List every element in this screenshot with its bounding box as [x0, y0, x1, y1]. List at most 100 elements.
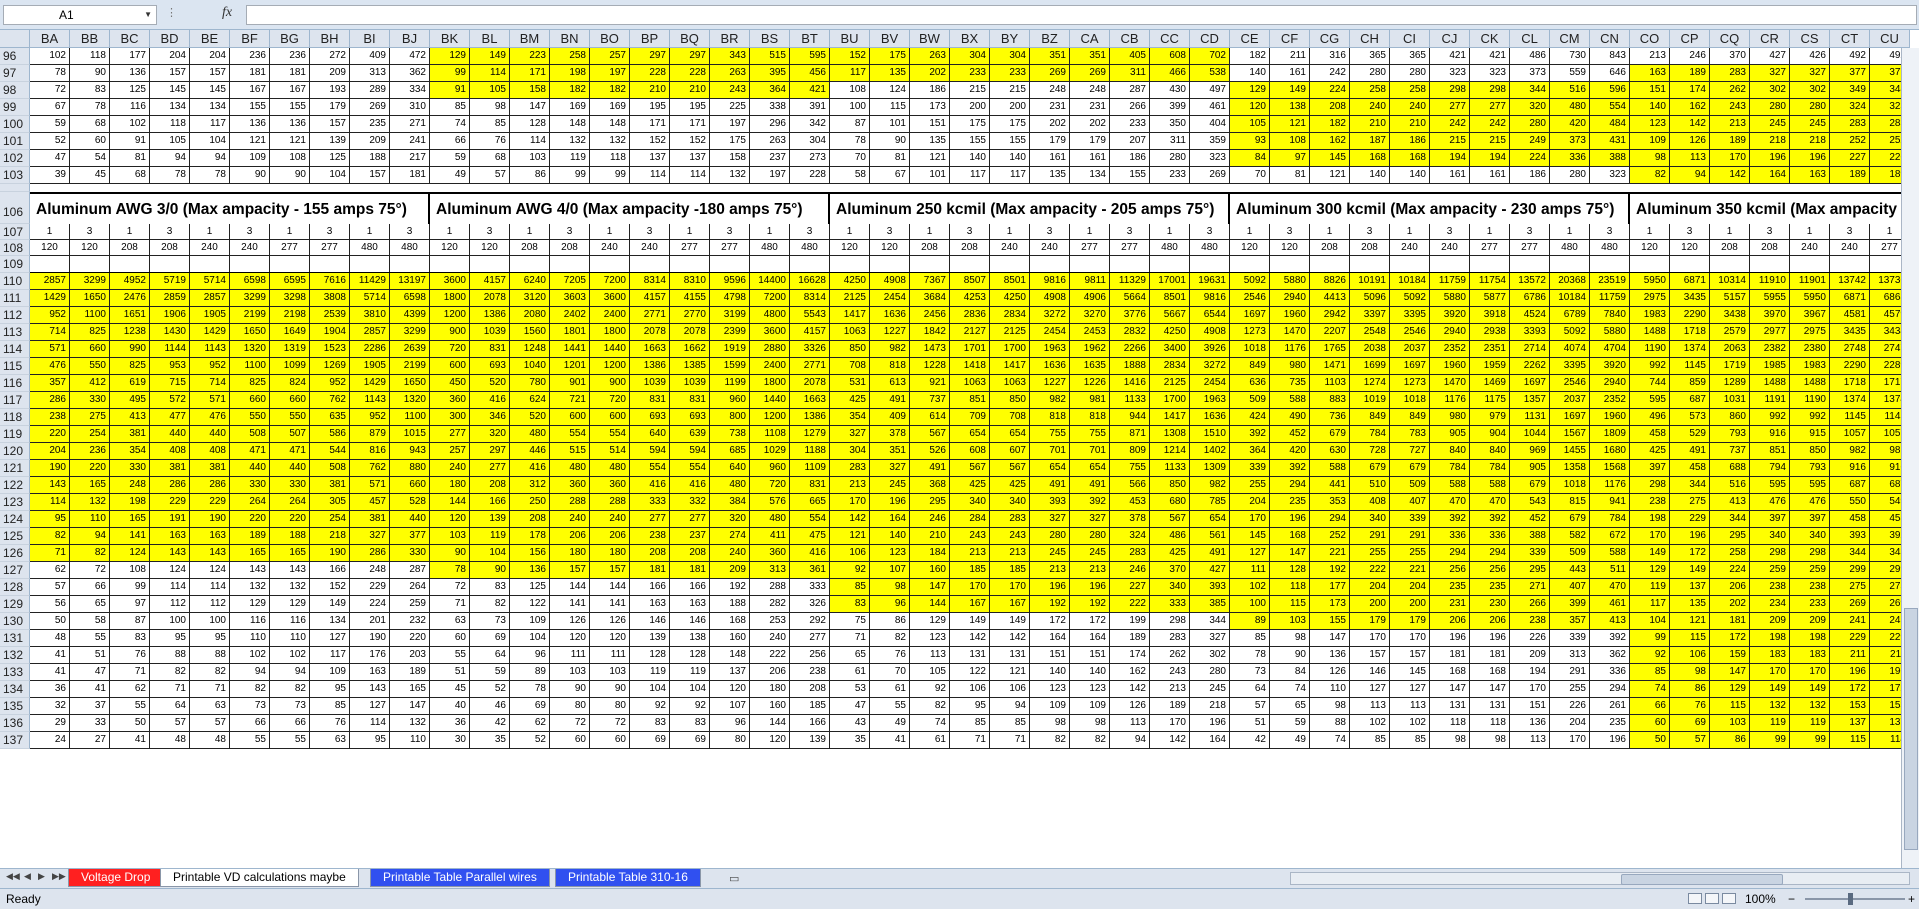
cell[interactable]: 440 [190, 426, 230, 443]
cell[interactable]: 1680 [1590, 443, 1630, 460]
cell[interactable]: 174 [1670, 82, 1710, 99]
cell[interactable]: 2352 [1430, 341, 1470, 358]
cell[interactable]: 240 [1030, 240, 1070, 256]
cell[interactable]: 354 [830, 409, 870, 426]
cell[interactable]: 72 [590, 715, 630, 732]
cell[interactable]: 440 [390, 511, 430, 528]
cell[interactable]: 119 [1750, 715, 1790, 732]
cell[interactable]: 123 [910, 630, 950, 647]
cell[interactable]: 92 [670, 698, 710, 715]
cell[interactable]: 1 [270, 224, 310, 240]
cell[interactable]: 50 [110, 715, 150, 732]
cell[interactable]: 87 [830, 116, 870, 133]
cell[interactable]: 2125 [1150, 375, 1190, 392]
cell[interactable]: 3400 [1150, 341, 1190, 358]
cell[interactable]: 222 [1110, 596, 1150, 613]
cell[interactable]: 495 [110, 392, 150, 409]
cell[interactable]: 170 [830, 494, 870, 511]
cell[interactable]: 330 [70, 392, 110, 409]
cell[interactable]: 134 [1070, 167, 1110, 184]
cell[interactable]: 339 [1390, 511, 1430, 528]
cell[interactable]: 11910 [1750, 273, 1790, 290]
cell[interactable]: 183 [1790, 647, 1830, 664]
row-header[interactable]: 110 [0, 273, 30, 290]
cell[interactable]: 288 [750, 579, 790, 596]
cell[interactable]: 181 [390, 167, 430, 184]
cell[interactable]: 110 [230, 630, 270, 647]
cell[interactable]: 242 [1470, 116, 1510, 133]
cell[interactable]: 381 [150, 460, 190, 477]
cell[interactable]: 111 [590, 647, 630, 664]
cell[interactable]: 172 [1830, 681, 1870, 698]
column-header[interactable]: BH [310, 30, 350, 48]
cell[interactable]: 208 [150, 240, 190, 256]
cell[interactable]: 230 [1470, 596, 1510, 613]
cell[interactable]: 47 [30, 150, 70, 167]
cell[interactable]: 129 [1630, 562, 1670, 579]
cell[interactable]: 209 [310, 65, 350, 82]
cell[interactable]: 72 [430, 579, 470, 596]
cell[interactable]: 105 [910, 664, 950, 681]
cell[interactable]: 99 [590, 167, 630, 184]
cell[interactable]: 277 [1510, 240, 1550, 256]
cell[interactable]: 147 [1710, 664, 1750, 681]
cell[interactable]: 461 [1190, 99, 1230, 116]
cell[interactable]: 4798 [710, 290, 750, 307]
cell[interactable]: 905 [1430, 426, 1470, 443]
cell[interactable]: 110 [390, 732, 430, 749]
cell[interactable]: 151 [910, 116, 950, 133]
cell[interactable]: 189 [1710, 133, 1750, 150]
cell[interactable]: 480 [750, 240, 790, 256]
cell[interactable]: 392 [1230, 426, 1270, 443]
cell[interactable]: 416 [670, 477, 710, 494]
cell[interactable] [870, 256, 910, 273]
cell[interactable]: 277 [1110, 240, 1150, 256]
cell[interactable] [270, 256, 310, 273]
cell[interactable]: 209 [710, 562, 750, 579]
cell[interactable]: 181 [1430, 647, 1470, 664]
cell[interactable]: 240 [230, 240, 270, 256]
cell[interactable]: 424 [1230, 409, 1270, 426]
cell[interactable]: 660 [230, 392, 270, 409]
zoom-slider-knob[interactable] [1848, 893, 1853, 905]
cell[interactable]: 134 [190, 99, 230, 116]
cell[interactable]: 1470 [1270, 324, 1310, 341]
cell[interactable]: 92 [630, 698, 670, 715]
cell[interactable]: 88 [190, 647, 230, 664]
cell[interactable]: 480 [350, 240, 390, 256]
cell[interactable]: 165 [110, 511, 150, 528]
cell[interactable]: 990 [110, 341, 150, 358]
cell[interactable]: 305 [310, 494, 350, 511]
cell[interactable]: 1765 [1310, 341, 1350, 358]
cell[interactable]: 5096 [1350, 290, 1390, 307]
cell[interactable]: 476 [190, 409, 230, 426]
cell[interactable]: 10184 [1550, 290, 1590, 307]
cell[interactable]: 109 [310, 664, 350, 681]
cell[interactable]: 831 [470, 341, 510, 358]
cell[interactable]: 60 [1630, 715, 1670, 732]
cell[interactable]: 277 [1470, 240, 1510, 256]
cell[interactable]: 277 [1430, 99, 1470, 116]
cell[interactable]: 586 [310, 426, 350, 443]
sheet-tab[interactable]: Printable Table 310-16 [555, 869, 701, 887]
cell[interactable]: 879 [350, 426, 390, 443]
cell[interactable] [430, 256, 470, 273]
cell[interactable]: 192 [1030, 596, 1070, 613]
cell[interactable]: 131 [1430, 698, 1470, 715]
cell[interactable]: 137 [630, 150, 670, 167]
cell[interactable]: 340 [1150, 579, 1190, 596]
cell[interactable]: 1131 [1510, 409, 1550, 426]
cell[interactable]: 1636 [1190, 409, 1230, 426]
cell[interactable]: 687 [1670, 392, 1710, 409]
row-header[interactable]: 111 [0, 290, 30, 307]
cell[interactable]: 229 [1830, 630, 1870, 647]
cell[interactable]: 1144 [150, 341, 190, 358]
cell[interactable]: 83 [670, 715, 710, 732]
cell[interactable]: 78 [30, 65, 70, 82]
cell[interactable]: 48 [150, 732, 190, 749]
cell[interactable] [470, 256, 510, 273]
cell[interactable]: 302 [1750, 82, 1790, 99]
last-sheet-icon[interactable]: ▶▶ [52, 871, 66, 882]
row-header[interactable]: 118 [0, 409, 30, 426]
cell[interactable] [1150, 256, 1190, 273]
